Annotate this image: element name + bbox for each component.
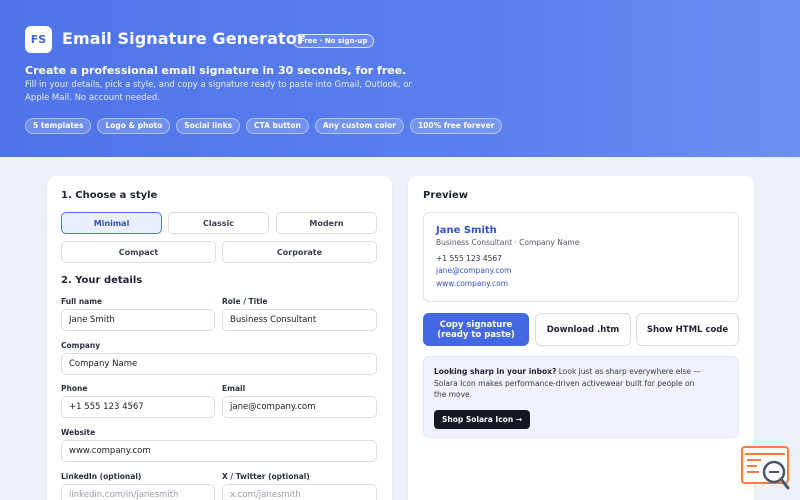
linkedin-input[interactable] [61,484,215,500]
show-html-button[interactable]: Show HTML code [636,313,739,346]
chip-social-links: Social links [176,118,241,134]
app-title: Email Signature Generator [62,29,305,48]
chip-logo-photo: Logo & photo [97,118,171,134]
details-section-title: 2. Your details [61,275,143,286]
signature-email-link[interactable]: jane@company.com [436,266,511,275]
email-label: Email [222,384,246,393]
hero-header: FS Email Signature Generator Free · No s… [0,0,800,157]
download-htm-button[interactable]: Download .htm [535,313,631,346]
company-label: Company [61,341,101,350]
style-modern-button[interactable]: Modern [276,212,377,234]
chip-free-forever: 100% free forever [409,118,503,134]
website-label: Website [61,428,96,437]
copy-signature-sublabel: (ready to paste) [437,329,515,340]
phone-label: Phone [61,384,88,393]
feature-chips: 5 templates Logo & photo Social links CT… [25,118,503,134]
linkedin-label: LinkedIn (optional) [61,472,142,481]
shop-solara-button[interactable]: Shop Solara Icon → [434,410,531,429]
full-name-label: Full name [61,297,103,306]
website-input[interactable] [61,440,377,462]
twitter-label: X / Twitter (optional) [222,472,310,481]
signature-phone: +1 555 123 4567 [436,254,502,263]
style-corporate-button[interactable]: Corporate [222,241,377,263]
preview-card: Preview Jane Smith Business Consultant ·… [408,176,754,500]
promo-text: Looking sharp in your inbox? Look just a… [434,366,704,401]
signature-preview: Jane Smith Business Consultant · Company… [423,212,739,302]
role-input[interactable] [222,309,377,331]
signature-website-link[interactable]: www.company.com [436,279,508,288]
free-badge: Free · No sign-up [293,34,375,48]
help-widget-icon[interactable] [741,446,791,492]
hero-headline: Create a professional email signature in… [25,64,407,77]
style-classic-button[interactable]: Classic [168,212,269,234]
style-minimal-button[interactable]: Minimal [61,212,162,234]
promo-bold-text: Looking sharp in your inbox? [434,367,557,376]
phone-input[interactable] [61,396,215,418]
signature-name: Jane Smith [436,225,497,236]
promo-banner: Looking sharp in your inbox? Look just a… [423,356,739,438]
signature-form-card: 1. Choose a style Minimal Classic Modern… [47,176,392,500]
preview-title: Preview [423,190,469,201]
full-name-input[interactable] [61,309,215,331]
role-label: Role / Title [222,297,268,306]
signature-role-company: Business Consultant · Company Name [436,238,580,247]
copy-signature-label: Copy signature [439,319,513,330]
app-logo: FS [25,26,52,53]
twitter-input[interactable] [222,484,377,500]
email-input[interactable] [222,396,377,418]
chip-cta-button: CTA button [246,118,309,134]
style-compact-button[interactable]: Compact [61,241,216,263]
chip-templates: 5 templates [25,118,92,134]
hero-subline: Fill in your details, pick a style, and … [25,80,412,103]
copy-signature-button[interactable]: Copy signature (ready to paste) [423,313,529,346]
style-section-title: 1. Choose a style [61,190,158,201]
company-input[interactable] [61,353,377,375]
chip-custom-color: Any custom color [314,118,404,134]
